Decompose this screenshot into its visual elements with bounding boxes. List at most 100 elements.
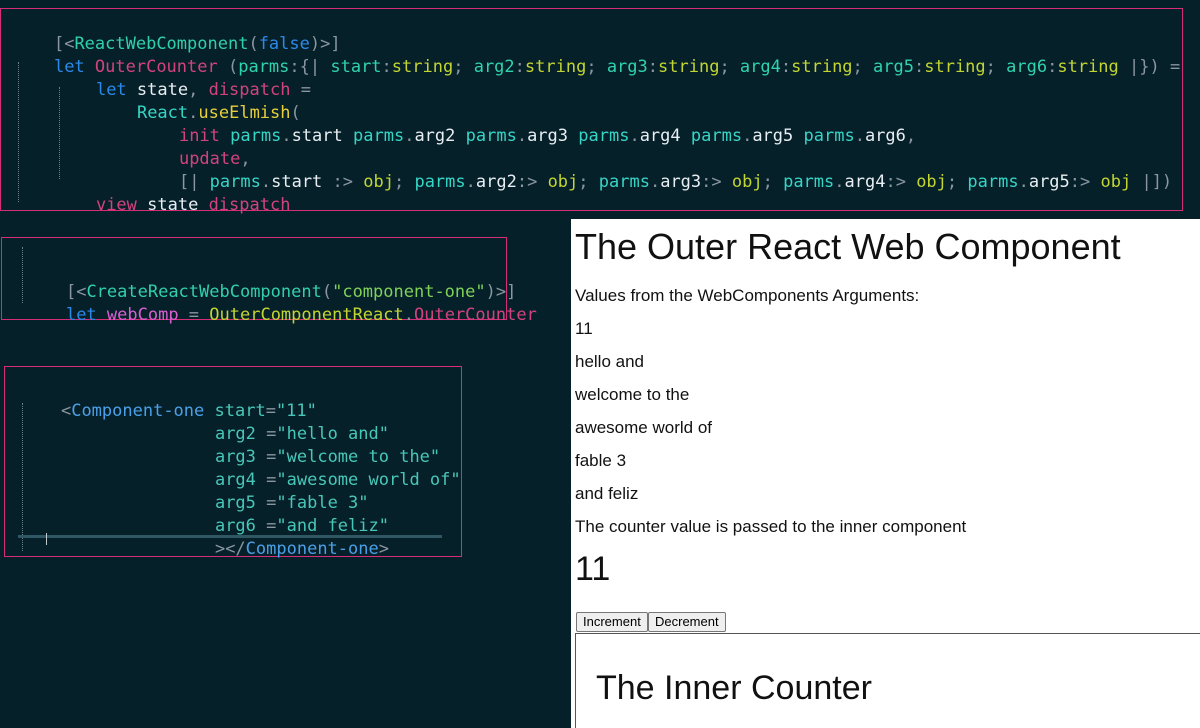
token: . <box>629 126 640 146</box>
inner-counter-title: The Inner Counter <box>596 669 872 707</box>
code-line-args-array[interactable]: [| parms.start :> obj; parms.arg2:> obj;… <box>138 148 1172 217</box>
token: . <box>854 126 865 146</box>
token: obj <box>905 172 947 192</box>
token: arg3 <box>527 126 569 146</box>
component-html-code-panel: <Component-one start="11" arg2 ="hello a… <box>4 366 462 559</box>
token: obj <box>721 172 763 192</box>
code-line-view[interactable]: view state dispatch <box>55 171 291 240</box>
token: . <box>1018 172 1029 192</box>
token: string <box>658 57 720 77</box>
token: arg4 <box>844 172 886 192</box>
token: arg6 <box>864 126 906 146</box>
token: dispatch <box>198 195 291 215</box>
token: ; <box>453 57 464 77</box>
token: . <box>649 172 661 192</box>
text-cursor <box>46 533 47 545</box>
token: Component-one <box>245 539 379 559</box>
token: parms <box>772 172 835 192</box>
token: obj <box>1090 172 1132 192</box>
token: . <box>742 126 753 146</box>
indent-guide <box>22 247 23 303</box>
decrement-button[interactable]: Decrement <box>648 612 726 632</box>
token: arg5 <box>752 126 794 146</box>
token: obj <box>537 172 579 192</box>
rendered-component-preview: The Outer React Web Component Values fro… <box>571 219 1200 728</box>
token: |]) <box>1131 172 1173 192</box>
token: ; <box>586 57 597 77</box>
token: state <box>136 195 199 215</box>
token: parms <box>342 126 405 146</box>
argument-value: 11 <box>575 319 593 338</box>
token: arg2 <box>475 172 517 192</box>
token: ; <box>393 172 405 192</box>
outer-counter-code-panel: [<ReactWebComponent(false)>] let OuterCo… <box>0 8 1183 215</box>
token: arg3 <box>596 57 648 77</box>
token: ></ <box>214 539 246 559</box>
token: arg4 <box>639 126 681 146</box>
arguments-heading: Values from the WebComponents Arguments: <box>575 286 920 305</box>
token: : <box>780 57 792 77</box>
increment-button[interactable]: Increment <box>576 612 648 632</box>
argument-value: welcome to the <box>575 385 690 404</box>
code-line-component-close[interactable]: ></Component-one> <box>174 515 389 584</box>
token: ; <box>719 57 730 77</box>
token: |}) = <box>1118 57 1181 77</box>
token: OuterCounter <box>414 305 537 325</box>
token: arg2 <box>463 57 515 77</box>
token: start <box>291 126 343 146</box>
token: string <box>391 57 454 77</box>
current-line-highlight <box>18 535 442 538</box>
token: parms <box>404 172 466 192</box>
argument-value: awesome world of <box>575 418 713 437</box>
token: : <box>1047 57 1058 77</box>
token: OuterComponentReact <box>199 305 404 325</box>
token: string <box>524 57 587 77</box>
token: : <box>381 57 392 77</box>
counter-note: The counter value is passed to the inner… <box>575 517 967 536</box>
token: arg4 <box>729 57 781 77</box>
token: parms <box>455 126 517 146</box>
token: ; <box>946 172 958 192</box>
token: arg5 <box>1028 172 1070 192</box>
token: . <box>834 172 845 192</box>
argument-value: fable 3 <box>575 451 627 470</box>
token: arg6 <box>995 57 1048 77</box>
token: parms <box>957 172 1019 192</box>
argument-value: hello and <box>575 352 645 371</box>
token: string <box>1057 57 1119 77</box>
token: : <box>647 57 659 77</box>
token: arg2 <box>414 126 456 146</box>
token: string <box>924 57 986 77</box>
token: ; <box>578 172 589 192</box>
token: , <box>905 126 917 146</box>
counter-value: 11 <box>575 550 611 588</box>
token: :> <box>516 172 538 192</box>
token: . <box>403 305 414 325</box>
token: . <box>516 126 528 146</box>
token: parms <box>793 126 855 146</box>
create-component-code-panel: [<CreateReactWebComponent("component-one… <box>1 237 537 325</box>
token: arg5 <box>862 57 914 77</box>
token: ; <box>762 172 773 192</box>
token: webComp <box>96 305 179 325</box>
token: . <box>404 126 415 146</box>
token: :> <box>1069 172 1091 192</box>
token: parms <box>588 172 650 192</box>
page-title: The Outer React Web Component <box>575 226 1121 267</box>
token: view <box>95 195 137 215</box>
inner-counter-component: The Inner Counter <box>575 633 1200 728</box>
token: . <box>465 172 476 192</box>
token: ; <box>985 57 996 77</box>
token: :> <box>885 172 906 192</box>
argument-value: and feliz <box>575 484 639 503</box>
token: :> <box>322 172 354 192</box>
token: let <box>65 305 97 325</box>
token: arg3 <box>660 172 702 192</box>
code-line-let-webcomp[interactable]: let webComp = OuterComponentReact.OuterC… <box>25 281 537 350</box>
token: : <box>514 57 525 77</box>
token: > <box>378 539 389 559</box>
token: start <box>320 57 382 77</box>
token: :> <box>701 172 722 192</box>
token: string <box>791 57 853 77</box>
token: obj <box>353 172 394 192</box>
